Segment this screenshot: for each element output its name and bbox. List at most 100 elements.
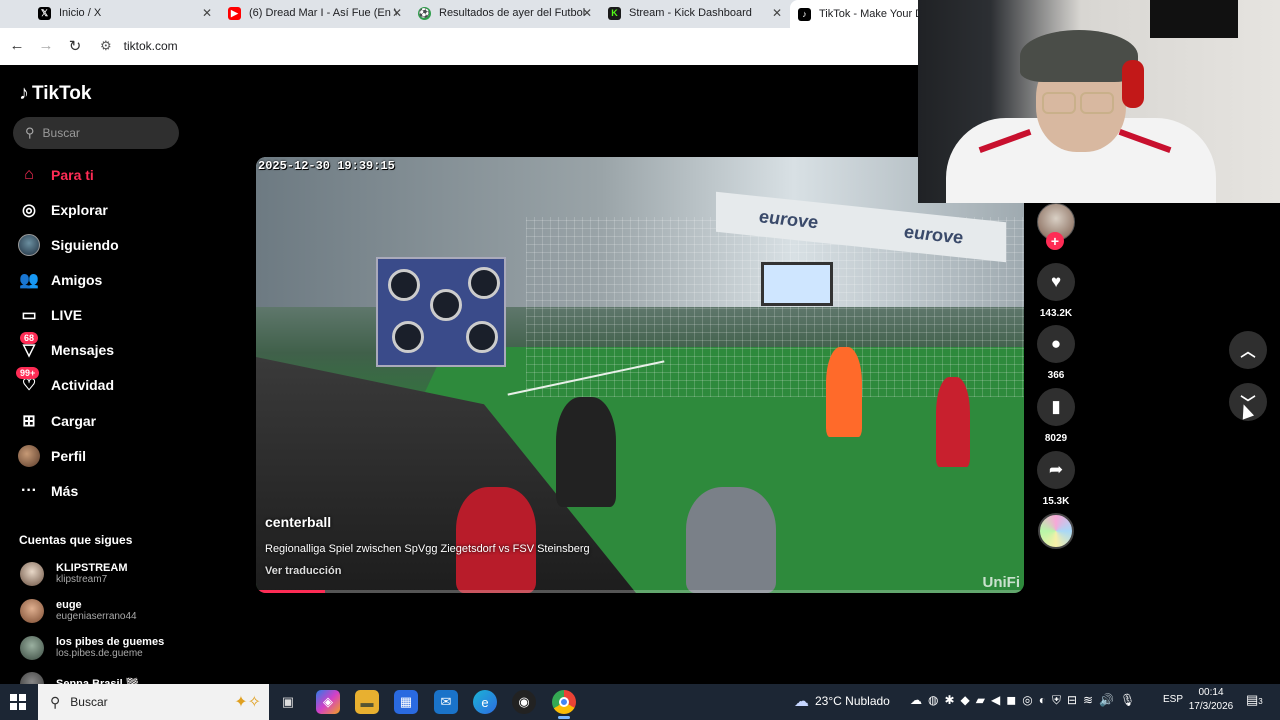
app-tray-icon[interactable]: ▰ xyxy=(976,693,985,707)
outlook-icon[interactable]: ✉ xyxy=(434,690,458,714)
webcam-scene-headphones xyxy=(1122,60,1144,108)
avatar xyxy=(20,599,44,623)
like-action[interactable]: ♥ 143.2K xyxy=(1036,263,1076,319)
translate-link[interactable]: Ver traducción xyxy=(265,565,341,577)
following-avatar-icon xyxy=(18,234,40,256)
language-indicator[interactable]: ESP xyxy=(1163,694,1183,705)
weather-widget[interactable]: ☁ 23°C Nublado xyxy=(794,690,890,712)
url-field[interactable]: ⚙ tiktok.com xyxy=(100,34,178,58)
tab-youtube[interactable]: ▶ (6) Dread Mar I - Así Fue (En Vi ✕ xyxy=(220,2,408,24)
video-description: Regionalliga Spiel zwischen SpVgg Zieget… xyxy=(265,543,590,555)
music-disc-icon[interactable] xyxy=(1038,513,1074,549)
weather-text: 23°C Nublado xyxy=(815,694,890,708)
bluetooth-icon[interactable]: ✱ xyxy=(944,693,954,707)
sidebar-item-live[interactable]: ▭ LIVE xyxy=(18,300,82,330)
video-scene-target-board xyxy=(376,257,506,367)
share-count: 15.3K xyxy=(1042,496,1070,507)
video-scene-player-orange xyxy=(826,347,862,437)
app-tray-icon[interactable]: ◍ xyxy=(928,693,938,707)
speaker-icon[interactable]: 🔊 xyxy=(1099,693,1114,707)
sidebar-item-label: LIVE xyxy=(51,307,83,323)
sidebar-item-para-ti[interactable]: ⌂ Para ti xyxy=(18,160,94,190)
search-icon: ⚲ xyxy=(25,125,35,140)
app-tray-icon[interactable]: ◀ xyxy=(991,693,1000,707)
x-icon: 𝕏 xyxy=(38,6,51,20)
edge-icon[interactable]: e xyxy=(473,690,497,714)
sidebar-item-actividad[interactable]: ♡ 99+ Actividad xyxy=(16,367,114,400)
clock-time: 00:14 xyxy=(1198,687,1224,698)
sparkle-icon: ✦✧ xyxy=(234,694,261,711)
share-action[interactable]: ➦ 15.3K xyxy=(1036,451,1076,507)
previous-video-button[interactable]: ︿ xyxy=(1229,331,1267,369)
tab-kick[interactable]: K Stream - Kick Dashboard ✕ xyxy=(600,2,788,24)
sidebar-item-label: Siguiendo xyxy=(51,237,119,253)
search-icon: ⚲ xyxy=(50,693,61,710)
sidebar-item-siguiendo[interactable]: Siguiendo xyxy=(18,230,119,260)
obs-icon[interactable]: ◉ xyxy=(512,690,536,714)
store-icon[interactable]: ▦ xyxy=(394,690,418,714)
sidebar-item-perfil[interactable]: Perfil xyxy=(18,441,86,471)
following-account[interactable]: euge eugeniaserrano44 xyxy=(20,599,137,623)
following-account[interactable]: KLIPSTREAM klipstream7 xyxy=(20,562,128,586)
target-icon[interactable]: ◎ xyxy=(1022,693,1032,707)
windows-start-icon[interactable] xyxy=(10,694,26,710)
sidebar-item-amigos[interactable]: 👥 Amigos xyxy=(18,265,102,295)
close-icon[interactable]: ✕ xyxy=(582,6,592,20)
microphone-icon[interactable]: 🎙 xyxy=(1120,693,1135,707)
search-box[interactable]: ⚲ xyxy=(13,117,179,149)
video-progress-bar[interactable] xyxy=(256,590,1024,593)
video-username[interactable]: centerball xyxy=(265,514,331,530)
app-tray-icon[interactable]: ⊟ xyxy=(1067,693,1077,707)
following-section-title: Cuentas que sigues xyxy=(19,533,133,547)
banner-text: eurove xyxy=(903,221,964,248)
wifi-icon[interactable]: ≋ xyxy=(1083,693,1093,707)
notification-icon[interactable]: ▤3 xyxy=(1246,692,1263,708)
video-scene-scoreboard xyxy=(761,262,833,306)
close-icon[interactable]: ✕ xyxy=(772,6,782,20)
sidebar-item-explorar[interactable]: ◎ Explorar xyxy=(18,195,108,225)
account-name: KLIPSTREAM xyxy=(56,562,128,574)
close-icon[interactable]: ✕ xyxy=(202,6,212,20)
file-explorer-icon[interactable]: ▬ xyxy=(355,690,379,714)
bookmark-icon[interactable]: ▮ xyxy=(1037,388,1075,426)
following-account[interactable]: los pibes de guemes los.pibes.de.gueme xyxy=(20,636,164,660)
onedrive-icon[interactable]: ☁ xyxy=(910,693,922,707)
video-watermark: UniFi xyxy=(982,574,1021,591)
sidebar-item-label: Para ti xyxy=(51,167,94,183)
sidebar-item-mas[interactable]: ··· Más xyxy=(18,476,78,506)
close-icon[interactable]: ✕ xyxy=(392,6,402,20)
tab-tiktok[interactable]: ♪ TikTok - Make Your Day xyxy=(790,0,930,28)
site-info-icon[interactable]: ⚙ xyxy=(100,38,112,54)
sidebar-item-label: Perfil xyxy=(51,448,87,464)
forward-arrow-icon[interactable]: → xyxy=(37,37,55,54)
sidebar-item-cargar[interactable]: ⊞ Cargar xyxy=(18,406,96,436)
tab-x[interactable]: 𝕏 Inicio / X ✕ xyxy=(30,2,218,24)
account-handle: eugeniaserrano44 xyxy=(56,611,137,622)
follow-plus-icon[interactable]: + xyxy=(1046,232,1064,250)
tab-soccer-results[interactable]: ⚽ Resultados de ayer del Futbol A ✕ xyxy=(410,2,598,24)
video-scene-spectator xyxy=(686,487,776,593)
taskbar-search[interactable]: ⚲ Buscar ✦✧ xyxy=(38,684,269,720)
task-view-icon[interactable]: ▣ xyxy=(276,690,300,714)
reload-icon[interactable]: ↻ xyxy=(66,37,84,55)
save-action[interactable]: ▮ 8029 xyxy=(1036,388,1076,444)
search-input[interactable] xyxy=(42,126,163,140)
chrome-icon[interactable] xyxy=(552,690,576,719)
taskbar-clock[interactable]: 00:14 17/3/2026 xyxy=(1188,686,1234,714)
app-tray-icon[interactable]: ◆ xyxy=(961,693,970,707)
comment-action[interactable]: ● 366 xyxy=(1036,325,1076,381)
heart-icon[interactable]: ♥ xyxy=(1037,263,1075,301)
system-tray: ☁ ◍ ✱ ◆ ▰ ◀ ◼ ◎ ◐ ⛨ ⊟ ≋ 🔊 🎙 xyxy=(910,692,1135,708)
video-player[interactable]: eurove eurove 2025-12-30 19:39:15 center… xyxy=(256,157,1024,593)
comment-icon[interactable]: ● xyxy=(1037,325,1075,363)
app-tray-icon[interactable]: ◼ xyxy=(1006,693,1016,707)
sidebar-item-mensajes[interactable]: ▽ 68 Mensajes xyxy=(18,332,114,365)
back-arrow-icon[interactable]: ← xyxy=(8,37,26,54)
share-arrow-icon[interactable]: ➦ xyxy=(1037,451,1075,489)
copilot-icon[interactable]: ◈ xyxy=(316,690,340,714)
security-icon[interactable]: ⛨ xyxy=(1052,693,1061,708)
avatar xyxy=(20,562,44,586)
app-tray-icon[interactable]: ◐ xyxy=(1039,693,1046,707)
tiktok-logo[interactable]: ♪ TikTok xyxy=(19,82,91,105)
video-scene-spectator xyxy=(556,397,616,507)
